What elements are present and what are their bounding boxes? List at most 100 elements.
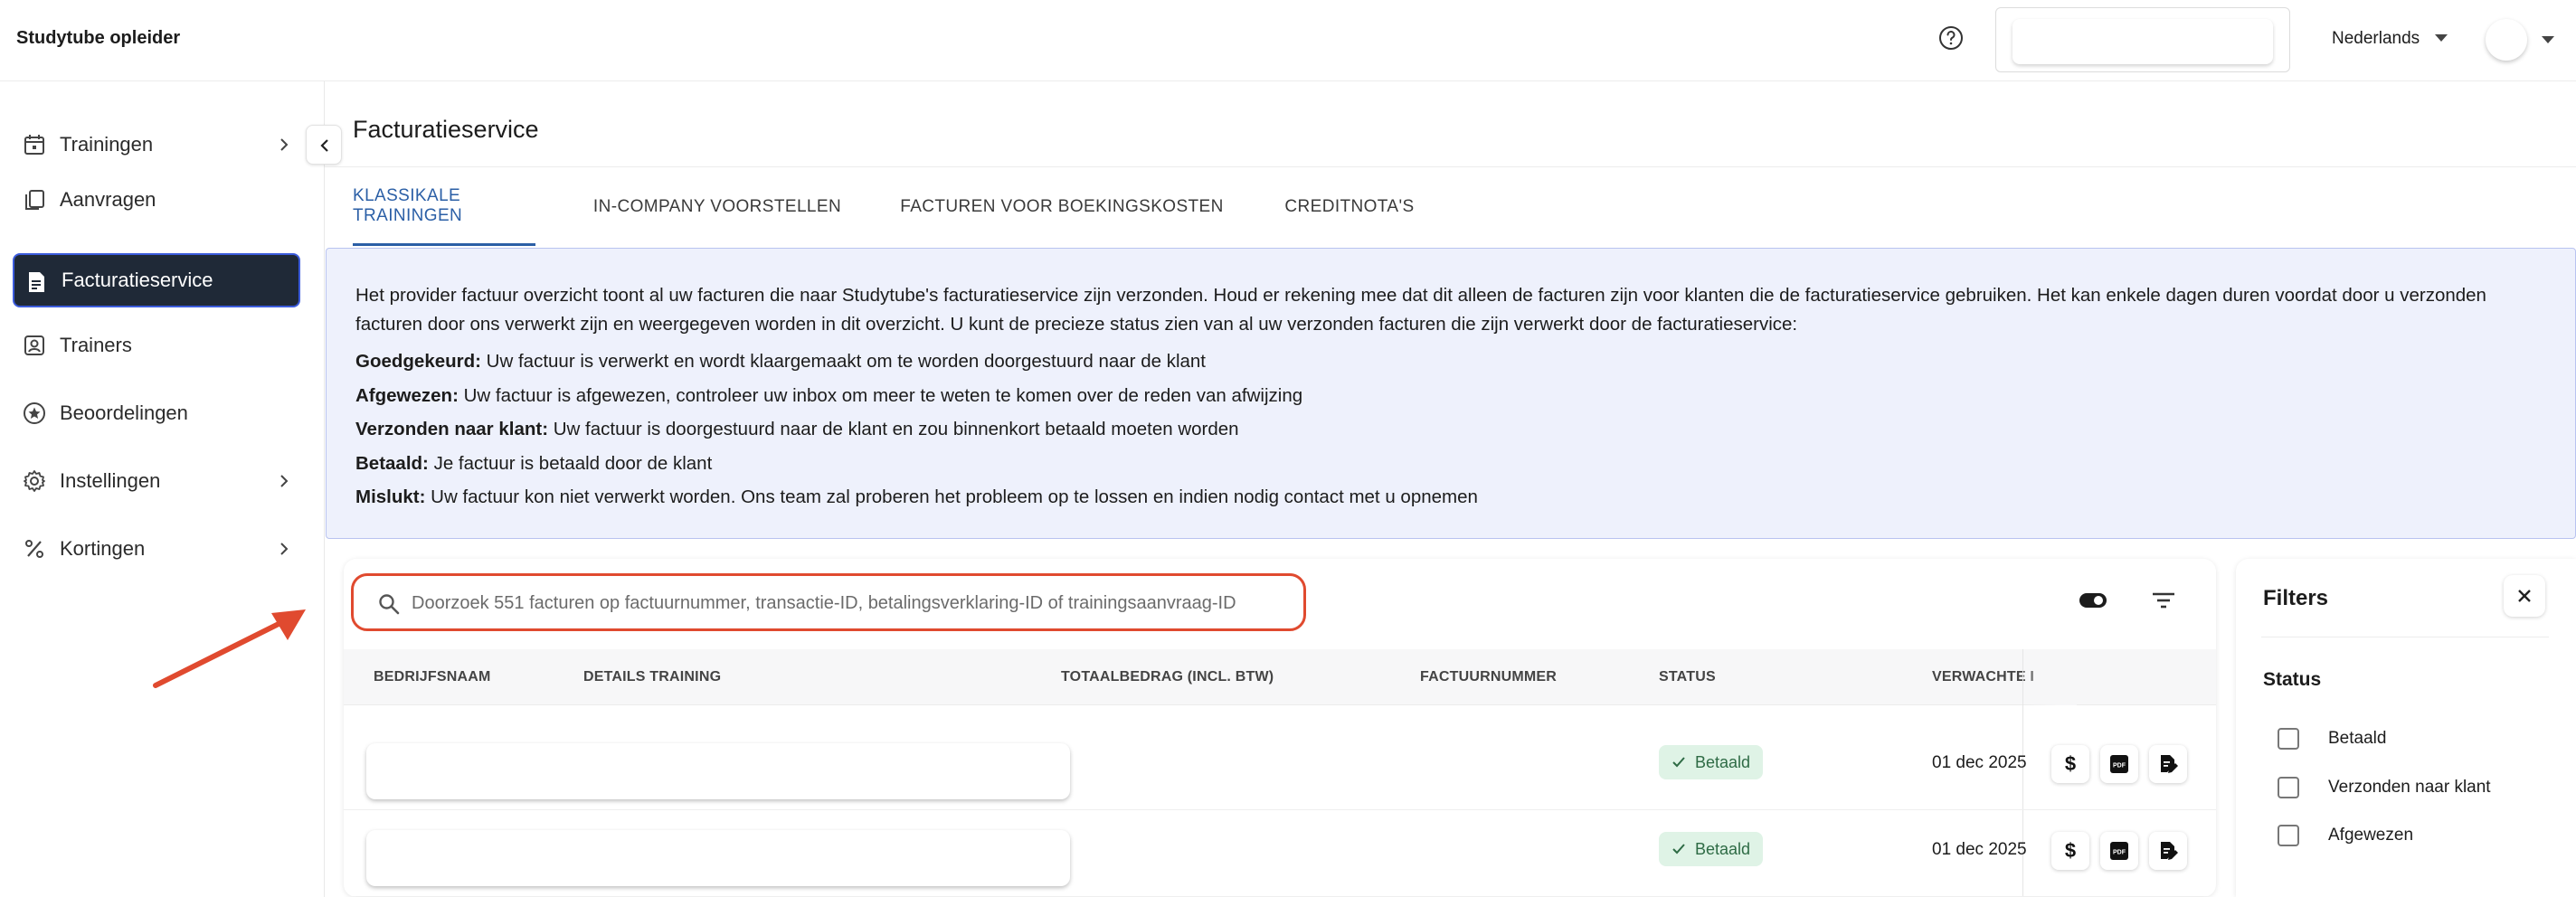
tab-facturen-voor-boekingskosten[interactable]: FACTUREN VOOR BOEKINGSKOSTEN [899,168,1225,246]
avatar[interactable] [2486,19,2527,61]
header-widget-button[interactable] [2012,19,2273,64]
person-badge-icon [24,335,44,355]
column-header[interactable]: BEDRIJFSNAAM [374,669,491,685]
search-box[interactable] [351,573,1306,631]
info-term: Goedgekeurd: [355,351,481,372]
row-content-card[interactable] [366,743,1070,799]
language-selector[interactable]: Nederlands [2332,29,2420,49]
sidebar-item-instellingen[interactable]: Instellingen [13,454,300,508]
sidebar-item-label: Kortingen [60,537,146,560]
toggle-icon[interactable] [2079,591,2107,609]
app-name: Studytube opleider [16,28,181,48]
sidebar-item-label: Instellingen [60,469,161,492]
header-widget[interactable] [1995,7,2290,72]
info-line-mislukt: Mislukt: Uw factuur kon niet verwerkt wo… [355,480,2548,515]
row-content-card[interactable] [366,830,1070,886]
filters-title: Filters [2263,586,2329,610]
pdf-icon: PDF [2110,755,2128,773]
filter-icon[interactable] [2151,590,2176,611]
sidebar-item-label: Beoordelingen [60,401,188,424]
column-header[interactable]: VERWACHTE I [1932,669,2034,685]
dollar-icon: $ [2064,752,2077,775]
table-row[interactable]: Betaald 01 dec 2025 $ PDF [344,810,2216,897]
tab-klassikale-trainingen[interactable]: KLASSIKALE TRAININGEN [353,168,535,246]
sidebar-item-trainingen[interactable]: Trainingen [13,118,300,172]
payment-button[interactable]: $ [2051,832,2089,870]
top-header: Studytube opleider Nederlands [0,0,2576,81]
info-panel: Het provider factuur overzicht toont al … [326,248,2576,539]
info-text: Uw factuur kon niet verwerkt worden. Ons… [425,486,1478,507]
info-term: Mislukt: [355,486,426,507]
expected-date: 01 dec 2025 [1932,840,2027,859]
sidebar-item-facturatieservice[interactable]: Facturatieservice [13,253,300,307]
column-header[interactable]: DETAILS TRAINING [583,669,721,685]
expected-date: 01 dec 2025 [1932,753,2027,772]
search-input[interactable] [412,588,1298,618]
status-badge-label: Betaald [1695,840,1751,858]
filter-option-label: Verzonden naar klant [2328,778,2491,797]
info-term: Afgewezen: [355,384,459,406]
percent-icon [25,540,43,558]
filter-option-label: Afgewezen [2328,826,2414,845]
help-icon[interactable] [1937,24,1965,52]
edit-invoice-button[interactable] [2149,745,2187,783]
calendar-icon [24,135,44,155]
sidebar-item-aanvragen[interactable]: Aanvragen [13,173,300,227]
sidebar: Trainingen Aanvragen Facturatieservice T… [0,82,315,897]
sidebar-item-kortingen[interactable]: Kortingen [13,522,300,576]
filter-section-status: Status [2263,669,2322,690]
tab-in-company-voorstellen[interactable]: IN-COMPANY VOORSTELLEN [590,168,845,246]
filter-option-label: Betaald [2328,729,2387,748]
info-line-afgewezen: Afgewezen: Uw factuur is afgewezen, cont… [355,379,2548,413]
column-header[interactable]: TOTAALBEDRAG (INCL. BTW) [1061,669,1274,685]
close-filters-button[interactable] [2504,575,2545,617]
info-line-betaald: Betaald: Je factuur is betaald door de k… [355,447,2548,481]
download-pdf-button[interactable]: PDF [2100,745,2138,783]
edit-document-icon [2161,842,2178,860]
info-line-goedgekeurd: Goedgekeurd: Uw factuur is verwerkt en w… [355,345,2548,379]
gear-icon [24,470,45,492]
status-badge-label: Betaald [1695,753,1751,771]
chevron-right-icon [280,475,289,487]
language-caret-icon[interactable] [2435,34,2448,42]
search-icon [379,594,400,615]
collapse-sidebar-button[interactable] [306,125,342,165]
sidebar-item-trainers[interactable]: Trainers [13,318,300,373]
copy-icon [25,190,44,210]
edit-document-icon [2161,755,2178,773]
sidebar-item-label: Trainingen [60,133,154,156]
status-badge: Betaald [1659,745,1764,779]
checkbox[interactable] [2278,777,2299,798]
check-icon [1672,757,1685,768]
check-icon [1672,844,1685,855]
pdf-icon-label: PDF [2113,763,2126,770]
payment-button[interactable]: $ [2051,745,2089,783]
info-line-verzonden: Verzonden naar klant: Uw factuur is door… [355,412,2548,447]
column-header[interactable]: FACTUURNUMMER [1420,669,1557,685]
info-text: Uw factuur is afgewezen, controleer uw i… [458,384,1303,406]
column-header[interactable]: STATUS [1659,669,1716,685]
download-pdf-button[interactable]: PDF [2100,832,2138,870]
chevron-left-icon [320,139,328,152]
sidebar-item-beoordelingen[interactable]: Beoordelingen [13,386,300,440]
close-icon [2518,590,2531,602]
header-fade [2022,649,2077,705]
checkbox[interactable] [2278,728,2299,750]
edit-invoice-button[interactable] [2149,832,2187,870]
tab-creditnotas[interactable]: CREDITNOTA'S [1279,168,1420,246]
pdf-icon-label: PDF [2113,850,2126,856]
table-row[interactable]: Betaald 01 dec 2025 $ PDF [344,723,2216,810]
invoice-icon [29,272,44,292]
info-term: Verzonden naar klant: [355,419,549,439]
sidebar-item-label: Facturatieservice [62,269,213,291]
avatar-caret-icon[interactable] [2542,36,2554,43]
sidebar-item-label: Trainers [60,334,132,356]
filters-panel: Filters Status Betaald Verzonden naar kl… [2236,559,2576,897]
info-intro: Het provider factuur overzicht toont al … [355,285,2486,335]
invoice-table-card: BEDRIJFSNAAM DETAILS TRAINING TOTAALBEDR… [344,559,2216,897]
star-circle-icon [24,402,45,424]
info-text: Uw factuur is verwerkt en wordt klaargem… [480,351,1206,372]
dollar-icon: $ [2064,839,2077,862]
checkbox[interactable] [2278,825,2299,846]
chevron-right-icon [280,138,289,151]
